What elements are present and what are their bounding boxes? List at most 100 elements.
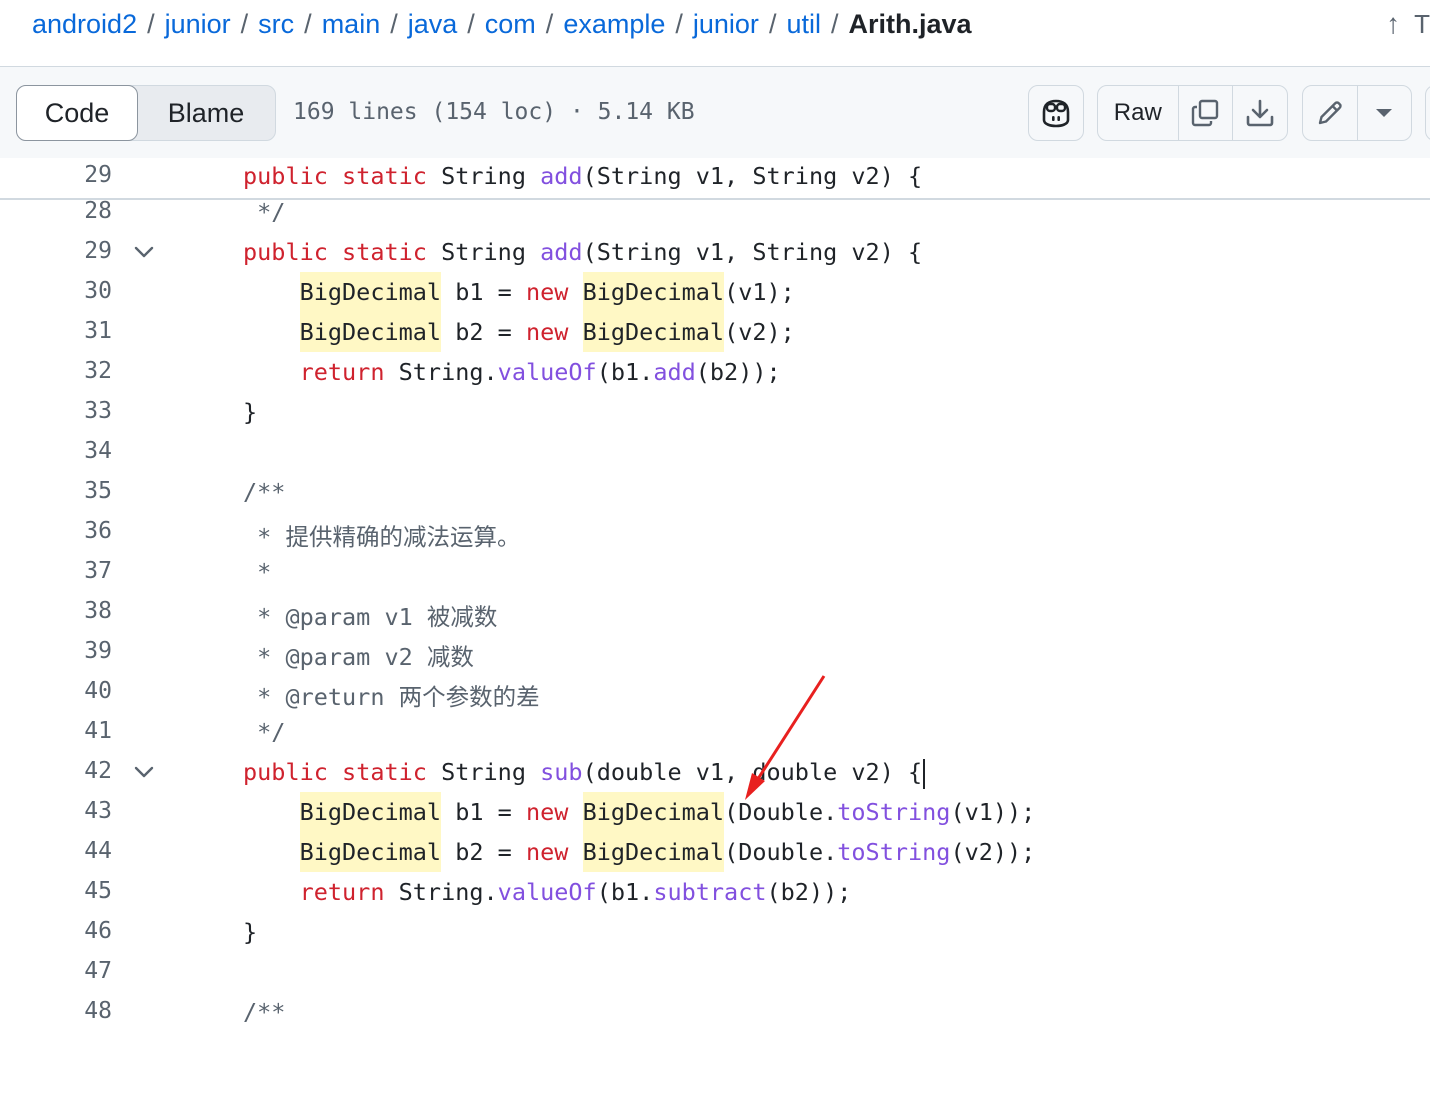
line-number[interactable]: 40 [40,678,112,704]
line-number[interactable]: 32 [40,358,112,384]
file-toolbar: Code Blame 169 lines (154 loc) · 5.14 KB… [0,66,1430,159]
code-text: BigDecimal b1 = new BigDecimal(v1); [243,272,795,312]
copy-icon [1192,99,1219,127]
arrow-up-icon[interactable]: ↑ [1386,8,1400,40]
breadcrumb-link[interactable]: junior [165,9,231,40]
chevron-down-icon[interactable] [132,760,156,784]
code-text: BigDecimal b2 = new BigDecimal(Double.to… [243,832,1035,872]
line-number[interactable]: 30 [40,278,112,304]
breadcrumb-current-file: Arith.java [848,8,972,39]
line-number[interactable]: 43 [40,798,112,824]
more-options-button[interactable] [1425,85,1430,141]
download-button[interactable] [1232,86,1287,140]
code-line: 45 return String.valueOf(b1.subtract(b2)… [0,872,1430,912]
breadcrumb-separator: / [768,8,777,39]
code-line: 30 BigDecimal b1 = new BigDecimal(v1); [0,272,1430,312]
breadcrumb-link[interactable]: java [408,9,458,40]
copy-raw-button[interactable] [1177,86,1233,140]
line-number[interactable]: 29 [40,238,112,264]
breadcrumb-link[interactable]: junior [693,9,759,40]
sticky-line-number: 29 [84,162,112,188]
line-number[interactable]: 45 [40,878,112,904]
line-number[interactable]: 39 [40,638,112,664]
line-number[interactable]: 36 [40,518,112,544]
text-cursor [923,758,926,789]
line-number[interactable]: 41 [40,718,112,744]
breadcrumb-link[interactable]: util [786,9,821,40]
code-line: 36 * 提供精确的减法运算。 [0,512,1430,552]
code-line: 39 * @param v2 减数 [0,632,1430,672]
blame-tab[interactable]: Blame [137,86,275,140]
code-text: /** [243,478,286,506]
code-text: * @param v1 被减数 [243,603,498,631]
view-mode-switch: Code Blame [16,85,276,141]
line-number[interactable]: 31 [40,318,112,344]
code-text: /** [243,998,286,1026]
breadcrumb-separator: / [147,8,155,39]
pencil-icon [1318,101,1342,125]
code-text: return String.valueOf(b1.add(b2)); [299,358,781,386]
code-line: 46 } [0,912,1430,952]
line-number[interactable]: 44 [40,838,112,864]
breadcrumb-separator: / [545,8,554,39]
code-line: 42 public static String sub(double v1, d… [0,752,1430,792]
breadcrumb-link[interactable]: main [322,9,381,40]
breadcrumb: android2 / junior / src / main / java / com / exampl… [32,4,972,44]
code-text: * @param v2 减数 [243,643,474,671]
line-number[interactable]: 33 [40,398,112,424]
sticky-code: public static String add(String v1, Stri… [243,162,923,190]
line-number[interactable]: 28 [40,198,112,224]
breadcrumb-separator: / [675,8,683,39]
breadcrumb-link[interactable]: example [563,9,665,40]
top-tools-truncated[interactable]: T [1414,9,1430,40]
code-line: 41 */ [0,712,1430,752]
breadcrumb-separator: / [830,8,839,39]
breadcrumb-separator: / [304,8,312,39]
breadcrumb-link[interactable]: com [485,9,536,40]
line-number[interactable]: 37 [40,558,112,584]
copilot-icon [1029,86,1083,140]
code-line: 28 */ [0,192,1430,232]
breadcrumb-link[interactable]: android2 [32,9,137,40]
code-line: 47 [0,952,1430,992]
line-number[interactable]: 35 [40,478,112,504]
edit-file-button[interactable] [1303,86,1357,140]
line-number[interactable]: 47 [40,958,112,984]
code-text: * 提供精确的减法运算。 [243,523,521,551]
line-number[interactable]: 42 [40,758,112,784]
code-line: 43 BigDecimal b1 = new BigDecimal(Double… [0,792,1430,832]
code-text: public static String sub(double v1, doub… [243,758,926,789]
code-line: 44 BigDecimal b2 = new BigDecimal(Double… [0,832,1430,872]
code-line: 38 * @param v1 被减数 [0,592,1430,632]
line-number[interactable]: 38 [40,598,112,624]
top-tools: ↑ T [1386,4,1430,44]
code-text: BigDecimal b1 = new BigDecimal(Double.to… [243,792,1035,832]
line-number[interactable]: 46 [40,918,112,944]
line-number[interactable]: 48 [40,998,112,1024]
code-text: public static String add(String v1, Stri… [243,238,923,266]
copilot-button[interactable] [1028,85,1084,141]
edit-dropdown-button[interactable] [1356,86,1412,140]
code-tab[interactable]: Code [16,85,138,141]
code-text: * [243,558,272,586]
code-text: return String.valueOf(b1.subtract(b2)); [299,878,852,906]
triangle-down-icon [1376,109,1393,117]
breadcrumb-separator: / [467,8,475,39]
line-number[interactable]: 34 [40,438,112,464]
file-meta: 169 lines (154 loc) · 5.14 KB [293,99,695,125]
raw-button[interactable]: Raw [1098,86,1178,140]
code-line: 40 * @return 两个参数的差 [0,672,1430,712]
code-line: 37 * [0,552,1430,592]
code-line: 33 } [0,392,1430,432]
edit-group [1302,85,1412,141]
chevron-down-icon[interactable] [132,240,156,264]
code-text: * @return 两个参数的差 [243,683,540,711]
code-line: 32 return String.valueOf(b1.add(b2)); [0,352,1430,392]
code-line: 34 [0,432,1430,472]
code-line: 31 BigDecimal b2 = new BigDecimal(v2); [0,312,1430,352]
code-text: */ [243,718,286,746]
code-line: 48 /** [0,992,1430,1032]
breadcrumb-link[interactable]: src [258,9,294,40]
breadcrumb-separator: / [240,8,249,39]
code-text: } [243,398,258,426]
